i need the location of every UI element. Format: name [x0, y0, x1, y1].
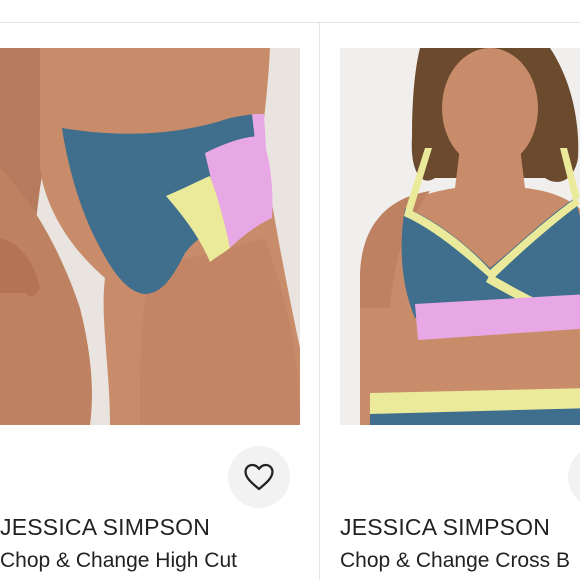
listing-grid: JESSICA SIMPSON Chop & Change High Cut J…: [0, 0, 580, 580]
listing-photo[interactable]: [0, 48, 300, 425]
like-button[interactable]: [568, 446, 580, 508]
heart-outline-icon: [244, 463, 274, 491]
like-button[interactable]: [228, 446, 290, 508]
listing-card[interactable]: JESSICA SIMPSON Chop & Change Cross B: [320, 0, 580, 580]
listing-brand[interactable]: JESSICA SIMPSON: [340, 514, 550, 541]
listing-photo[interactable]: [340, 48, 580, 425]
listing-title[interactable]: Chop & Change Cross B: [340, 549, 570, 573]
listing-brand[interactable]: JESSICA SIMPSON: [0, 514, 210, 541]
bikini-bottom-image: [0, 48, 300, 425]
listing-card[interactable]: JESSICA SIMPSON Chop & Change High Cut: [0, 0, 319, 580]
bikini-top-image: [340, 48, 580, 425]
listing-title[interactable]: Chop & Change High Cut: [0, 549, 237, 573]
